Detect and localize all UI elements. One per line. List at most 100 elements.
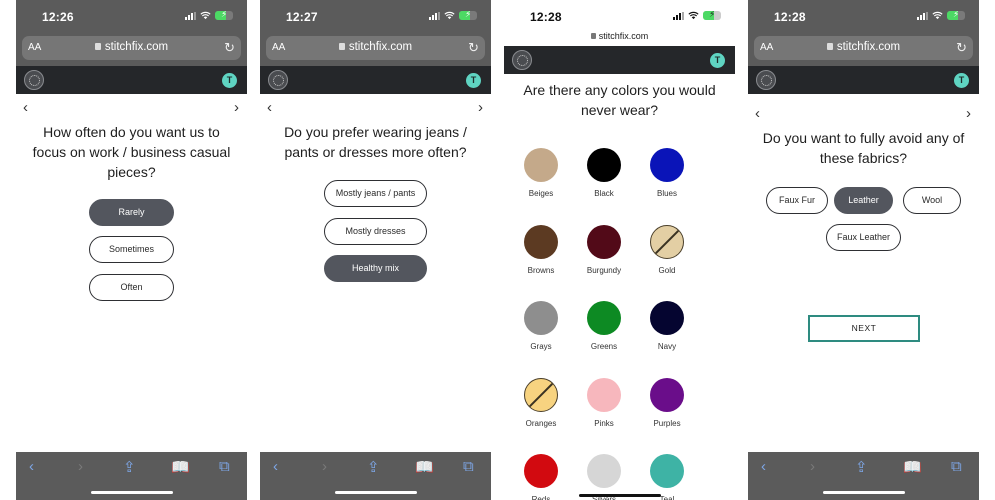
- system-icons: ⚡: [917, 11, 965, 20]
- question-title: Are there any colors you would never wea…: [523, 82, 716, 118]
- wifi-icon: [200, 11, 211, 20]
- wifi-icon: [444, 11, 455, 20]
- share-icon[interactable]: ⇪: [855, 458, 868, 476]
- user-avatar[interactable]: T: [466, 73, 481, 88]
- forward-icon[interactable]: ›: [810, 458, 815, 475]
- address-bar[interactable]: AA stitchfix.com ↻: [266, 36, 485, 60]
- color-swatch-reds[interactable]: [524, 454, 558, 488]
- quiz-navigation: ‹ ›: [260, 99, 491, 116]
- tabs-icon[interactable]: ⧉: [463, 458, 474, 475]
- stitchfix-logo[interactable]: [512, 50, 532, 70]
- home-indicator: [823, 491, 905, 494]
- option-mostly-dresses[interactable]: Mostly dresses: [324, 218, 427, 245]
- browser-chrome: 12:28 ⚡ AA stitchfix.com ↻: [748, 0, 979, 66]
- forward-icon[interactable]: ›: [322, 458, 327, 475]
- address-bar[interactable]: AA stitchfix.com ↻: [754, 36, 973, 60]
- color-label-oranges: Oranges: [525, 418, 557, 428]
- color-swatch-pinks[interactable]: [587, 377, 621, 412]
- share-icon[interactable]: ⇪: [123, 458, 136, 476]
- browser-chrome: 12:27 ⚡ AA stitchfix.com ↻: [260, 0, 491, 66]
- lock-icon: [590, 33, 596, 39]
- color-label-blues: Blues: [656, 189, 677, 198]
- battery-charging-icon: ⚡: [947, 11, 965, 20]
- question-title: Do you want to fully avoid any of these …: [762, 130, 965, 166]
- user-avatar[interactable]: T: [222, 73, 237, 88]
- option-wool[interactable]: Wool: [903, 187, 961, 214]
- next-question-chevron-icon[interactable]: ›: [966, 105, 971, 122]
- tabs-icon[interactable]: ⧉: [219, 458, 230, 475]
- status-time: 12:27: [286, 10, 318, 24]
- share-icon[interactable]: ⇪: [367, 458, 380, 476]
- bookmarks-icon[interactable]: 📖: [903, 458, 922, 476]
- user-avatar[interactable]: T: [954, 73, 969, 88]
- color-swatch-teal[interactable]: [650, 454, 684, 488]
- color-label-navy: Navy: [657, 342, 677, 351]
- color-swatch-blues[interactable]: [650, 148, 684, 182]
- address-bar[interactable]: AA stitchfix.com ↻: [22, 36, 241, 60]
- previous-question-chevron-icon[interactable]: ‹: [755, 105, 760, 122]
- status-bar: 12:28 ⚡: [748, 0, 979, 34]
- color-swatch-burgundy[interactable]: [587, 224, 621, 259]
- stitchfix-logo[interactable]: [24, 70, 44, 90]
- option-sometimes[interactable]: Sometimes: [89, 236, 174, 263]
- reload-icon[interactable]: ↻: [224, 40, 235, 56]
- option-mostly-jeans-pants[interactable]: Mostly jeans / pants: [324, 180, 427, 207]
- option-faux-leather[interactable]: Faux Leather: [826, 224, 901, 251]
- stitchfix-logo[interactable]: [268, 70, 288, 90]
- color-label-beiges: Beiges: [528, 189, 554, 198]
- reload-icon[interactable]: ↻: [956, 40, 967, 56]
- color-swatch-grays[interactable]: [524, 301, 558, 335]
- browser-chrome-minimized: 12:28 ⚡ stitchfix.com: [504, 0, 735, 46]
- previous-question-chevron-icon[interactable]: ‹: [267, 99, 272, 116]
- url-text: stitchfix.com: [104, 41, 169, 53]
- lock-icon: [338, 43, 345, 50]
- color-swatch-gold[interactable]: [650, 224, 684, 259]
- browser-toolbar: ‹ › ⇪ 📖 ⧉: [260, 452, 491, 500]
- quiz-navigation: ‹ ›: [748, 105, 979, 122]
- color-swatch-beiges[interactable]: [524, 148, 558, 182]
- next-button[interactable]: NEXT: [808, 315, 920, 342]
- color-swatch-oranges[interactable]: [524, 377, 558, 412]
- tabs-icon[interactable]: ⧉: [951, 458, 962, 475]
- status-bar: 12:27 ⚡: [260, 0, 491, 34]
- option-rarely[interactable]: Rarely: [89, 199, 174, 226]
- back-icon[interactable]: ‹: [29, 458, 34, 475]
- back-icon[interactable]: ‹: [273, 458, 278, 475]
- forward-icon[interactable]: ›: [78, 458, 83, 475]
- url-text: stitchfix.com: [348, 41, 413, 53]
- address-bar[interactable]: stitchfix.com: [504, 31, 735, 41]
- back-icon[interactable]: ‹: [761, 458, 766, 475]
- reload-icon[interactable]: ↻: [468, 40, 479, 56]
- option-leather[interactable]: Leather: [834, 187, 893, 214]
- bookmarks-icon[interactable]: 📖: [171, 458, 190, 476]
- color-swatch-navy[interactable]: [650, 301, 684, 335]
- bookmarks-icon[interactable]: 📖: [415, 458, 434, 476]
- status-time: 12:26: [42, 10, 74, 24]
- battery-charging-icon: ⚡: [703, 11, 721, 20]
- status-time: 12:28: [530, 10, 562, 24]
- color-swatch-purples[interactable]: [650, 377, 684, 412]
- color-label-purples: Purples: [653, 418, 681, 428]
- wifi-icon: [932, 11, 943, 20]
- option-healthy-mix[interactable]: Healthy mix: [324, 255, 427, 282]
- cellular-signal-icon: [673, 11, 684, 20]
- option-often[interactable]: Often: [89, 274, 174, 301]
- home-indicator: [335, 491, 417, 494]
- system-icons: ⚡: [185, 11, 233, 20]
- color-swatch-silvers[interactable]: [587, 454, 621, 488]
- color-swatch-browns[interactable]: [524, 224, 558, 259]
- color-label-burgundy: Burgundy: [586, 265, 622, 275]
- phone-screen-jeans-or-dresses: 12:27 ⚡ AA stitchfix.com ↻ T ‹ › Do you …: [260, 0, 491, 500]
- next-question-chevron-icon[interactable]: ›: [478, 99, 483, 116]
- next-question-chevron-icon[interactable]: ›: [234, 99, 239, 116]
- stitchfix-logo[interactable]: [756, 70, 776, 90]
- color-swatch-greens[interactable]: [587, 301, 621, 335]
- cellular-signal-icon: [185, 11, 196, 20]
- battery-charging-icon: ⚡: [215, 11, 233, 20]
- previous-question-chevron-icon[interactable]: ‹: [23, 99, 28, 116]
- color-swatch-black[interactable]: [587, 148, 621, 182]
- question-title: How often do you want us to focus on wor…: [32, 124, 231, 180]
- home-indicator: [91, 491, 173, 494]
- option-faux-fur[interactable]: Faux Fur: [766, 187, 828, 214]
- user-avatar[interactable]: T: [710, 53, 725, 68]
